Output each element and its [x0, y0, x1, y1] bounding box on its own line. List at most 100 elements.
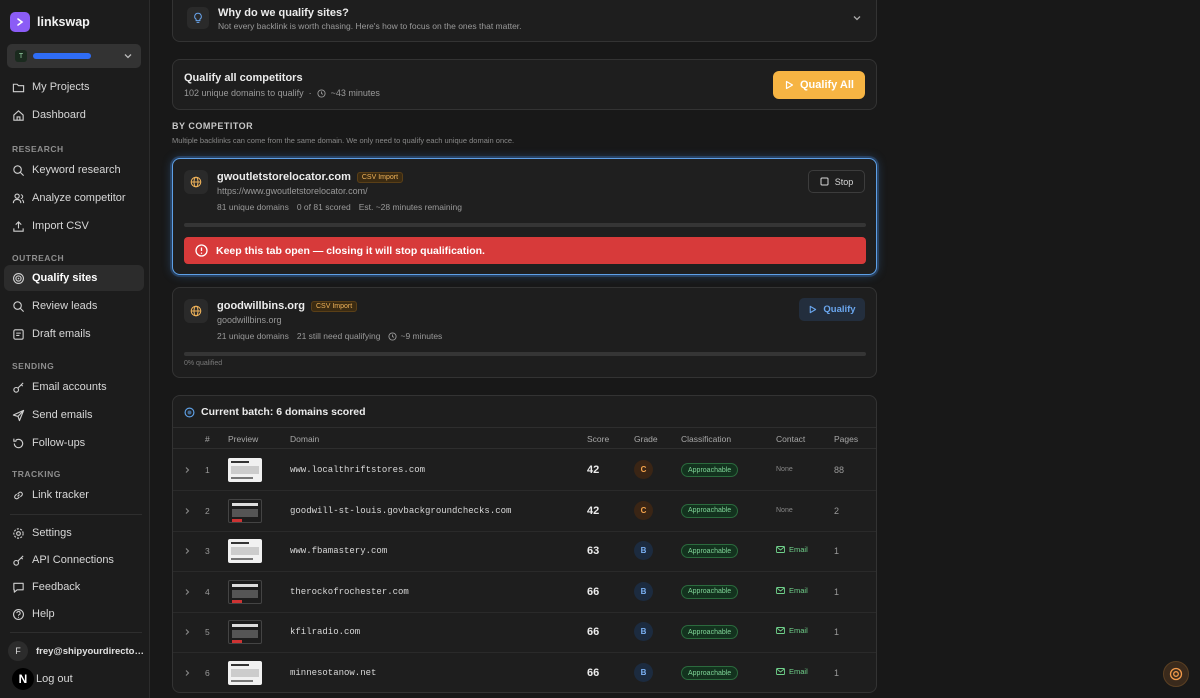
logout-button[interactable]: N Log out	[12, 668, 73, 690]
row-domain: www.fbamastery.com	[290, 546, 388, 557]
table-row[interactable]: 4 therockofrochester.com 66 B Approachable Em…	[173, 572, 876, 613]
site-preview-thumbnail[interactable]	[228, 579, 262, 604]
grade-badge: C	[634, 460, 653, 479]
why-subtitle: Not every backlink is worth chasing. Her…	[218, 21, 522, 31]
row-domain: minnesotanow.net	[290, 668, 377, 678]
document-icon	[13, 328, 24, 340]
globe-icon	[184, 299, 208, 323]
column-header-classification[interactable]: Classification	[681, 434, 731, 444]
chevron-right-icon[interactable]	[183, 507, 191, 515]
sidebar-item-qualify-sites[interactable]: Qualify sites	[4, 265, 144, 291]
play-icon	[785, 80, 794, 90]
warning-text: Keep this tab open — closing it will sto…	[216, 244, 485, 257]
contact-email[interactable]: Email	[776, 667, 808, 676]
clock-icon	[388, 331, 398, 341]
chevron-right-icon[interactable]	[183, 628, 191, 636]
user-avatar[interactable]: F	[8, 641, 28, 661]
site-preview-thumbnail[interactable]	[228, 539, 262, 564]
qualify-button[interactable]: Qualify	[799, 298, 865, 321]
chevron-right-icon[interactable]	[183, 588, 191, 596]
column-header-pages[interactable]: Pages	[834, 434, 858, 444]
site-preview-thumbnail[interactable]	[228, 458, 262, 482]
contact-email[interactable]: Email	[776, 626, 808, 635]
row-pages: 1	[834, 668, 840, 678]
table-row[interactable]: 1 www.localthriftstores.com 42 C Approachabl…	[173, 450, 876, 491]
stop-button[interactable]: Stop	[808, 170, 865, 193]
support-chat-button[interactable]	[1163, 661, 1189, 687]
sidebar-item-dashboard[interactable]: Dashboard	[4, 102, 144, 128]
sidebar-item-settings[interactable]: Settings	[4, 520, 144, 546]
table-row[interactable]: 2 goodwill-st-louis.govbackgroundchecks.c…	[173, 491, 876, 532]
contact-label: Email	[789, 667, 808, 676]
qualify-all-domains: 102 unique domains to qualify	[184, 88, 304, 98]
grade-badge: B	[634, 663, 653, 682]
section-sending: SENDING	[12, 361, 55, 371]
contact-email[interactable]: Email	[776, 586, 808, 595]
sidebar-item-keyword-research[interactable]: Keyword research	[4, 157, 144, 183]
row-domain: kfilradio.com	[290, 627, 361, 638]
table-row[interactable]: 5 kfilradio.com 66 B Approachable Email 1	[173, 612, 876, 654]
grade-badge: B	[634, 541, 653, 561]
site-preview-thumbnail[interactable]	[228, 498, 262, 523]
estimated-time: ~9 minutes	[400, 331, 443, 341]
column-header-score[interactable]: Score	[587, 434, 609, 444]
competitor-card-active: gwoutletstorelocator.com CSV Import http…	[172, 158, 877, 275]
row-domain: therockofrochester.com	[290, 586, 409, 597]
sidebar-item-label: API Connections	[32, 554, 114, 566]
sidebar-item-send-emails[interactable]: Send emails	[4, 402, 144, 428]
chevron-right-icon[interactable]	[183, 466, 191, 474]
sidebar-item-my-projects[interactable]: My Projects	[4, 74, 144, 100]
sidebar-item-draft-emails[interactable]: Draft emails	[4, 321, 144, 347]
row-score: 66	[587, 626, 600, 639]
grade-badge: B	[634, 581, 653, 601]
sidebar-item-help[interactable]: Help	[4, 601, 144, 627]
section-outreach: OUTREACH	[12, 253, 65, 263]
section-research: RESEARCH	[12, 144, 64, 154]
table-row[interactable]: 3 www.fbamastery.com 63 B Approachable Email 1	[173, 531, 876, 573]
sidebar-item-analyze-competitor[interactable]: Analyze competitor	[4, 185, 144, 211]
help-icon	[13, 608, 24, 620]
sidebar-item-api-connections[interactable]: API Connections	[4, 547, 144, 573]
sidebar-item-feedback[interactable]: Feedback	[4, 574, 144, 600]
sidebar-item-email-accounts[interactable]: Email accounts	[4, 374, 144, 400]
qualify-all-card: Qualify all competitors 102 unique domai…	[172, 59, 877, 110]
sidebar-item-label: Send emails	[32, 409, 93, 421]
row-pages: 2	[834, 505, 840, 516]
why-qualify-card[interactable]: Why do we qualify sites? Not every backl…	[172, 0, 877, 42]
table-row[interactable]: 6 minnesotanow.net 66 B Approachable Email 1	[173, 653, 876, 692]
chevron-right-icon[interactable]	[183, 669, 191, 677]
chevron-right-icon[interactable]	[183, 547, 191, 555]
row-score: 63	[587, 545, 600, 558]
site-preview-thumbnail[interactable]	[228, 620, 262, 645]
competitor-stats: 21 unique domains 21 still need qualifyi…	[217, 331, 442, 341]
linkswap-logo-icon	[10, 12, 30, 32]
qualify-all-button[interactable]: Qualify All	[773, 71, 865, 99]
column-header-grade[interactable]: Grade	[634, 434, 658, 444]
contact-email[interactable]: Email	[776, 545, 808, 554]
lightbulb-icon	[187, 7, 209, 29]
brand[interactable]: linkswap	[10, 12, 90, 32]
chevron-down-icon[interactable]	[852, 13, 862, 23]
csv-import-badge: CSV Import	[311, 300, 358, 312]
team-switcher[interactable]: T	[7, 44, 141, 68]
column-header-contact[interactable]: Contact	[776, 434, 805, 444]
site-preview-thumbnail[interactable]	[228, 661, 262, 685]
sidebar-item-label: Analyze competitor	[32, 192, 126, 204]
batch-header: Current batch: 6 domains scored	[184, 406, 366, 418]
competitor-stats: 81 unique domains 0 of 81 scored Est. ~2…	[217, 202, 462, 212]
sidebar-item-link-tracker[interactable]: Link tracker	[4, 482, 144, 508]
sidebar-item-label: Qualify sites	[32, 272, 98, 284]
column-header-domain[interactable]: Domain	[290, 434, 319, 444]
competitor-domain: gwoutletstorelocator.com	[217, 171, 351, 183]
need-qualifying: 21 still need qualifying	[296, 331, 381, 341]
contact-none: None	[776, 506, 793, 514]
grade-badge: C	[634, 500, 653, 520]
sidebar-item-review-leads[interactable]: Review leads	[4, 293, 144, 319]
search-icon	[13, 300, 25, 312]
sidebar-item-follow-ups[interactable]: Follow-ups	[4, 430, 144, 456]
logout-label: Log out	[36, 673, 73, 685]
row-score: 66	[587, 585, 600, 598]
row-number: 3	[205, 546, 210, 557]
row-number: 5	[205, 627, 210, 638]
sidebar-item-import-csv[interactable]: Import CSV	[4, 213, 144, 239]
